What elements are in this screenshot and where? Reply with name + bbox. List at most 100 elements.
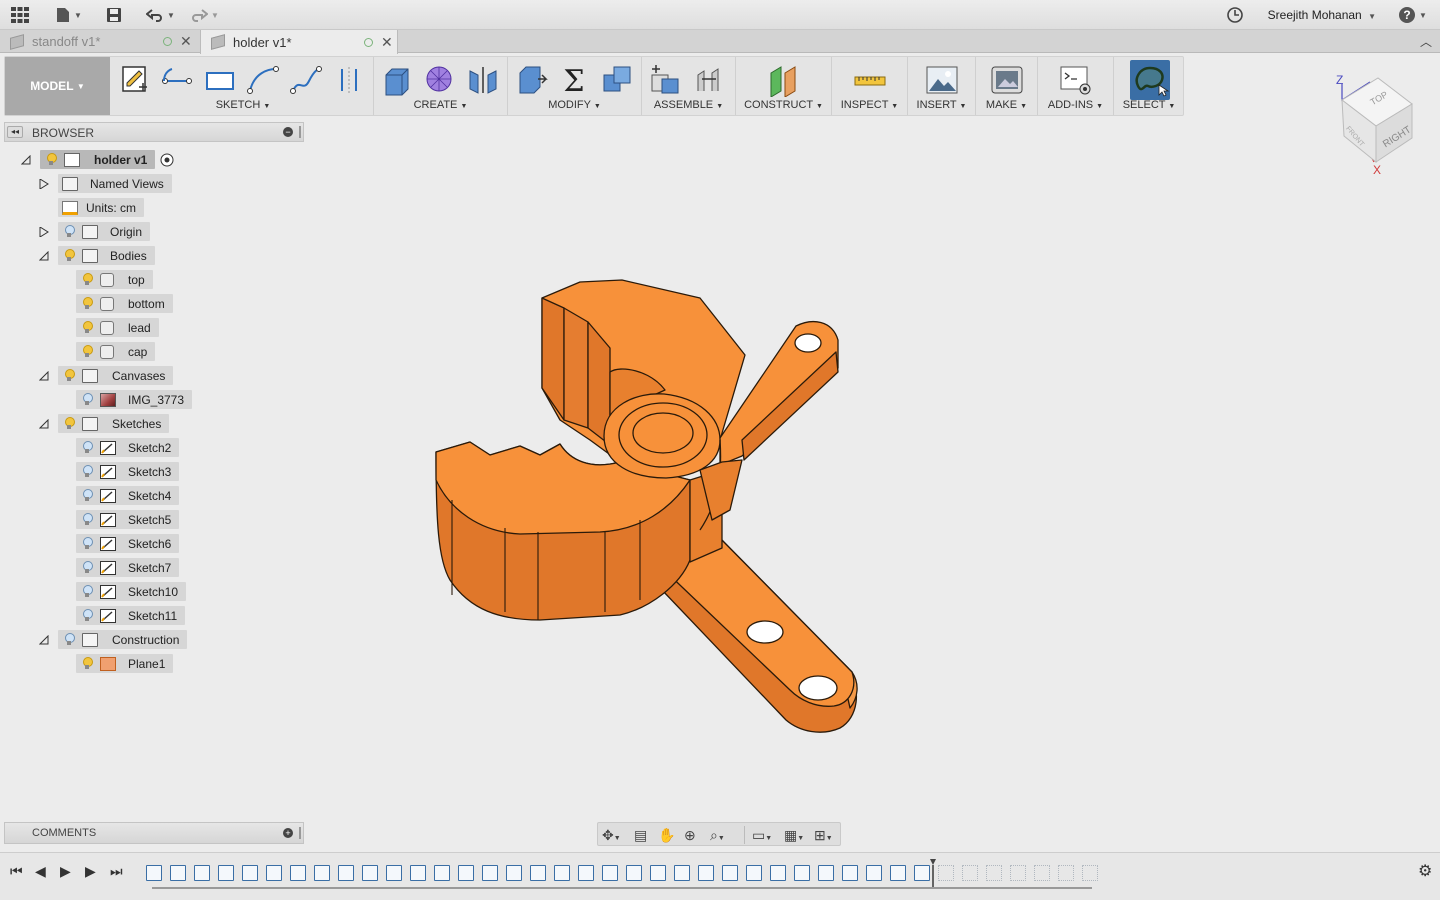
insert-menu[interactable]: INSERT ▼ — [908, 99, 975, 111]
timeline-feature-icon[interactable] — [554, 865, 570, 881]
timeline-feature-icon[interactable] — [818, 865, 834, 881]
tree-item-sketch[interactable]: Sketch7 — [76, 558, 180, 577]
timeline-feature-icon[interactable] — [1034, 865, 1050, 881]
collapse-triangle-icon[interactable] — [21, 155, 31, 165]
tree-item-bodies[interactable]: Bodies — [58, 246, 155, 265]
form-icon[interactable] — [423, 63, 457, 97]
select-menu[interactable]: SELECT ▼ — [1114, 99, 1184, 111]
timeline-feature-icon[interactable] — [338, 865, 354, 881]
timeline-feature-icon[interactable] — [386, 865, 402, 881]
tree-item-canvas[interactable]: IMG_3773 — [76, 390, 193, 409]
offset-plane-icon[interactable] — [767, 63, 801, 97]
tree-item-body[interactable]: lead — [76, 318, 159, 337]
help-icon[interactable]: ? ▼ — [1398, 5, 1427, 25]
step-back-icon[interactable]: ◀ — [35, 863, 46, 880]
visibility-bulb-icon[interactable] — [64, 225, 75, 238]
visibility-bulb-icon[interactable] — [82, 489, 93, 502]
collapse-triangle-icon[interactable] — [39, 371, 49, 381]
mirror-body-icon[interactable] — [466, 63, 500, 97]
resize-handle[interactable] — [299, 827, 301, 839]
new-component-icon[interactable] — [648, 63, 682, 97]
tree-item-body[interactable]: top — [76, 270, 153, 289]
display-settings-icon[interactable]: ▭▼ — [752, 827, 772, 844]
timeline-feature-icon[interactable] — [314, 865, 330, 881]
tree-item-sketches[interactable]: Sketches — [58, 414, 170, 433]
timeline-marker[interactable] — [930, 859, 936, 887]
tree-item-construction[interactable]: Construction — [58, 630, 188, 649]
timeline-feature-icon[interactable] — [1082, 865, 1098, 881]
play-icon[interactable]: ▶ — [60, 863, 71, 880]
visibility-bulb-icon[interactable] — [82, 321, 93, 334]
line-icon[interactable] — [160, 63, 194, 97]
timeline-feature-icon[interactable] — [506, 865, 522, 881]
workspace-switcher[interactable]: MODEL ▼ — [5, 57, 110, 115]
timeline-feature-icon[interactable] — [1058, 865, 1074, 881]
collapse-triangle-icon[interactable] — [39, 251, 49, 261]
tree-item-body[interactable]: bottom — [76, 294, 173, 313]
collapse-browser-button[interactable]: ◂◂ — [7, 126, 23, 138]
close-icon[interactable]: ✕ — [180, 33, 192, 50]
redo-icon[interactable]: ▼ — [190, 5, 219, 25]
timeline-feature-icon[interactable] — [842, 865, 858, 881]
arc-icon[interactable] — [246, 63, 280, 97]
timeline-feature-icon[interactable] — [890, 865, 906, 881]
add-comment-button[interactable]: + — [283, 828, 293, 838]
visibility-bulb-icon[interactable] — [82, 585, 93, 598]
file-menu-icon[interactable]: ▼ — [55, 5, 82, 25]
collapse-toolbar-icon[interactable]: ︿ — [1420, 33, 1432, 50]
timeline-feature-icon[interactable] — [578, 865, 594, 881]
visibility-bulb-icon[interactable] — [82, 465, 93, 478]
tree-item-canvases[interactable]: Canvases — [58, 366, 174, 385]
tree-item-units[interactable]: Units: cm — [58, 198, 145, 217]
zoom-icon[interactable]: ⊕ — [684, 827, 696, 844]
timeline-feature-icon[interactable] — [362, 865, 378, 881]
tree-item-origin[interactable]: Origin — [58, 222, 151, 241]
timeline-feature-icon[interactable] — [482, 865, 498, 881]
timeline-feature-icon[interactable] — [722, 865, 738, 881]
go-to-start-icon[interactable]: ⏮ — [10, 863, 23, 880]
press-pull-icon[interactable] — [514, 63, 548, 97]
select-button[interactable] — [1130, 60, 1170, 100]
tree-item-sketch[interactable]: Sketch6 — [76, 534, 180, 553]
browser-options-button[interactable]: − — [283, 127, 293, 137]
visibility-bulb-icon[interactable] — [82, 297, 93, 310]
spline-icon[interactable] — [289, 63, 323, 97]
timeline-feature-icon[interactable] — [434, 865, 450, 881]
parameters-icon[interactable]: Σ — [557, 63, 591, 97]
timeline-feature-icon[interactable] — [914, 865, 930, 881]
timeline-feature-icon[interactable] — [938, 865, 954, 881]
save-icon[interactable] — [106, 5, 122, 25]
extrude-icon[interactable] — [380, 63, 414, 97]
combine-icon[interactable] — [600, 63, 634, 97]
expand-triangle-icon[interactable] — [39, 179, 49, 189]
zoom-window-icon[interactable]: ⌕▼ — [710, 827, 725, 844]
timeline-settings-icon[interactable]: ⚙ — [1418, 861, 1432, 881]
timeline-feature-icon[interactable] — [194, 865, 210, 881]
tree-item-body[interactable]: cap — [76, 342, 156, 361]
modify-menu[interactable]: MODIFY ▼ — [508, 99, 641, 111]
tree-item-sketch[interactable]: Sketch11 — [76, 606, 186, 625]
collapse-triangle-icon[interactable] — [39, 419, 49, 429]
visibility-bulb-icon[interactable] — [64, 249, 75, 262]
timeline-feature-icon[interactable] — [602, 865, 618, 881]
scripts-addins-icon[interactable] — [1059, 63, 1093, 97]
3d-print-icon[interactable] — [990, 63, 1024, 97]
visibility-bulb-icon[interactable] — [82, 273, 93, 286]
timeline-feature-icon[interactable] — [794, 865, 810, 881]
make-menu[interactable]: MAKE ▼ — [976, 99, 1037, 111]
orbit-icon[interactable]: ✥▼ — [602, 827, 621, 844]
create-menu[interactable]: CREATE ▼ — [374, 99, 507, 111]
timeline-feature-icon[interactable] — [266, 865, 282, 881]
insert-image-icon[interactable] — [925, 63, 959, 97]
sketch-menu[interactable]: SKETCH ▼ — [113, 99, 373, 111]
timeline-feature-icon[interactable] — [530, 865, 546, 881]
visibility-bulb-icon[interactable] — [82, 561, 93, 574]
visibility-bulb-icon[interactable] — [82, 609, 93, 622]
tab-holder[interactable]: holder v1* ✕ — [200, 30, 398, 54]
measure-icon[interactable] — [853, 63, 887, 97]
rectangle-icon[interactable] — [203, 63, 237, 97]
job-status-icon[interactable] — [1226, 5, 1244, 25]
tree-item-named-views[interactable]: Named Views — [58, 174, 172, 193]
timeline-feature-icon[interactable] — [1010, 865, 1026, 881]
visibility-bulb-icon[interactable] — [82, 345, 93, 358]
